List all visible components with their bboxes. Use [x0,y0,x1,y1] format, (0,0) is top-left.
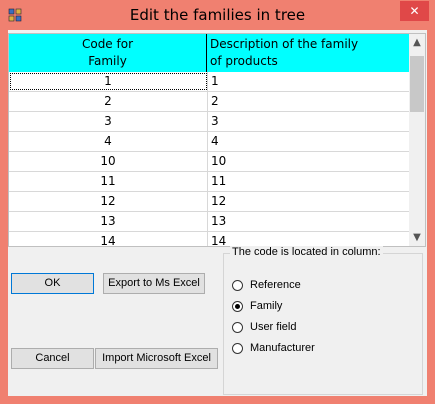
cell-code[interactable]: 13 [9,212,208,231]
table-row[interactable]: 1 1 [9,72,411,92]
cell-code[interactable]: 2 [9,92,208,111]
title-bar[interactable]: Edit the families in tree ✕ [0,0,435,30]
grid-header: Code for Family Description of the famil… [9,34,411,72]
radio-label[interactable]: Reference [250,279,301,291]
cell-description[interactable]: 13 [208,212,411,231]
radio-button-icon[interactable] [232,322,243,333]
column-header-code-line1: Code for [81,37,134,51]
radio-selected-dot-icon [235,304,240,309]
scrollbar-thumb[interactable] [410,56,424,112]
families-grid[interactable]: Code for Family Description of the famil… [8,33,426,247]
cell-code[interactable]: 12 [9,192,208,211]
cell-description[interactable]: 12 [208,192,411,211]
cell-description[interactable]: 4 [208,132,411,151]
import-excel-button[interactable]: Import Microsoft Excel [95,348,218,369]
export-excel-button[interactable]: Export to Ms Excel [103,273,205,294]
cell-code[interactable]: 3 [9,112,208,131]
cancel-button[interactable]: Cancel [11,348,94,369]
dialog-body: Code for Family Description of the famil… [8,30,427,396]
radio-button-icon[interactable] [232,280,243,291]
code-location-legend: The code is located in column: [230,246,383,258]
table-row[interactable]: 14 14 [9,232,411,246]
radio-label[interactable]: User field [250,321,296,333]
column-header-code[interactable]: Code for Family [9,34,207,72]
table-row[interactable]: 13 13 [9,212,411,232]
scroll-down-icon[interactable]: ▼ [409,229,425,246]
radio-button-icon[interactable] [232,343,243,354]
column-header-description[interactable]: Description of the family of products [208,34,411,72]
cell-code[interactable]: 10 [9,152,208,171]
cell-description[interactable]: 2 [208,92,411,111]
cell-description[interactable]: 3 [208,112,411,131]
cell-description[interactable]: 14 [208,232,411,246]
ok-button[interactable]: OK [11,273,94,294]
cell-description[interactable]: 11 [208,172,411,191]
table-row[interactable]: 12 12 [9,192,411,212]
cell-code[interactable]: 4 [9,132,208,151]
dialog-window: Edit the families in tree ✕ Code for Fam… [0,0,435,404]
code-location-group: The code is located in column: Reference… [223,246,423,395]
radio-button-icon[interactable] [232,301,243,312]
cell-code[interactable]: 1 [9,72,208,91]
window-title: Edit the families in tree [129,6,306,24]
cell-description[interactable]: 1 [208,72,411,91]
cell-code[interactable]: 14 [9,232,208,246]
close-icon: ✕ [409,4,420,18]
table-row[interactable]: 10 10 [9,152,411,172]
column-header-description-line1: Description of the family [210,37,359,51]
close-button[interactable]: ✕ [400,1,429,21]
table-row[interactable]: 11 11 [9,172,411,192]
grid-rows: 1 1 2 2 3 3 4 4 10 10 11 11 12 12 13 13 … [9,72,411,246]
table-row[interactable]: 3 3 [9,112,411,132]
column-header-code-line2: Family [88,54,127,68]
radio-label[interactable]: Family [250,300,282,312]
table-row[interactable]: 4 4 [9,132,411,152]
cell-code[interactable]: 11 [9,172,208,191]
radio-label[interactable]: Manufacturer [250,342,315,354]
vertical-scrollbar[interactable]: ▲ ▼ [409,34,425,246]
table-row[interactable]: 2 2 [9,92,411,112]
column-header-description-line2: of products [210,54,278,68]
cell-description[interactable]: 10 [208,152,411,171]
scroll-up-icon[interactable]: ▲ [409,34,425,51]
